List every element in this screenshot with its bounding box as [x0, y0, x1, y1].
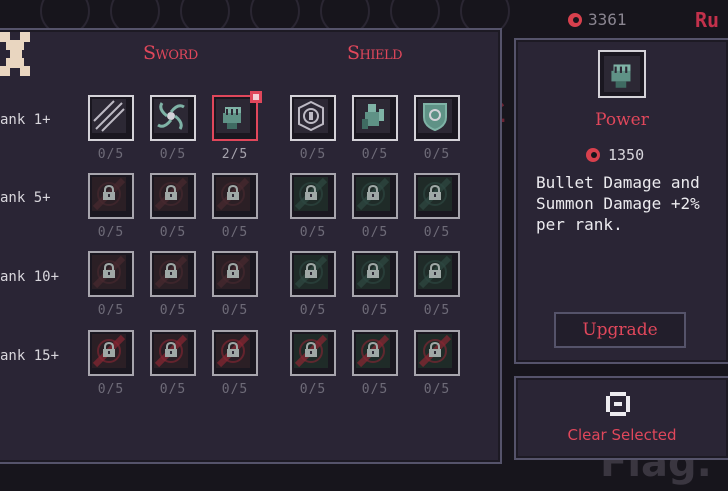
- rank-count: 0/5: [361, 147, 389, 162]
- rank-count: 0/5: [97, 382, 125, 397]
- close-icon[interactable]: [0, 32, 32, 78]
- lock-icon: [227, 263, 239, 278]
- lock-icon: [305, 342, 317, 357]
- fist-icon: [604, 56, 640, 92]
- rank-count: 0/5: [97, 147, 125, 162]
- clear-selected-button[interactable]: Clear Selected: [514, 376, 728, 460]
- lock-icon: [367, 263, 379, 278]
- upgrade-info-panel: Power 1350 Bullet Damage and Summon Dama…: [514, 38, 728, 364]
- upgrade-button[interactable]: Upgrade: [554, 312, 686, 348]
- upgrade-slot-locked[interactable]: 0/5: [88, 173, 134, 240]
- fist-icon: [216, 99, 250, 133]
- lock-icon: [165, 263, 177, 278]
- upgrade-slot-locked[interactable]: 0/5: [290, 173, 336, 240]
- upgrade-slot-guardian[interactable]: 0/5: [352, 95, 398, 162]
- rank-label: ank 1+: [0, 112, 51, 128]
- rank-count: 0/5: [299, 303, 327, 318]
- soul-icon: [568, 12, 582, 27]
- upgrade-description: Bullet Damage and Summon Damage +2% per …: [536, 173, 700, 234]
- selected-upgrade-icon: [598, 50, 646, 98]
- upgrade-slot-locked[interactable]: 0/5: [352, 251, 398, 318]
- upgrade-slot-locked[interactable]: 0/5: [290, 251, 336, 318]
- upgrade-slot-locked[interactable]: 0/5: [88, 330, 134, 397]
- rank-count: 0/5: [97, 225, 125, 240]
- selected-marker-icon: [250, 91, 262, 103]
- rank-count: 0/5: [361, 382, 389, 397]
- rank-count: 2/5: [221, 147, 249, 162]
- rank-count: 0/5: [299, 147, 327, 162]
- lock-icon: [103, 342, 115, 357]
- rank-count: 0/5: [97, 303, 125, 318]
- guardian-icon: [356, 99, 390, 133]
- rank-count: 0/5: [221, 225, 249, 240]
- upgrade-slot-locked[interactable]: 0/5: [88, 251, 134, 318]
- upgrade-slot-locked[interactable]: 0/5: [414, 251, 460, 318]
- rank-label: ank 15+: [0, 348, 60, 364]
- rank-count: 0/5: [423, 303, 451, 318]
- clear-icon: [606, 392, 630, 416]
- lock-icon: [305, 263, 317, 278]
- upgrade-slot-power[interactable]: 2/5: [212, 91, 262, 162]
- rank-label: ank 10+: [0, 269, 60, 285]
- lock-icon: [103, 263, 115, 278]
- clear-selected-label: Clear Selected: [567, 426, 677, 444]
- upgrade-slot-locked[interactable]: 0/5: [414, 330, 460, 397]
- crest-icon: [418, 99, 452, 133]
- rank-count: 0/5: [159, 225, 187, 240]
- lock-icon: [103, 185, 115, 200]
- lock-icon: [227, 342, 239, 357]
- soul-count: 3361: [588, 10, 627, 29]
- upgrade-slot-locked[interactable]: 0/5: [150, 330, 196, 397]
- upgrade-slot-slash[interactable]: 0/5: [88, 95, 134, 162]
- lock-icon: [305, 185, 317, 200]
- rank-count: 0/5: [361, 303, 389, 318]
- upgrade-slot-locked[interactable]: 0/5: [150, 251, 196, 318]
- lock-icon: [429, 342, 441, 357]
- upgrade-slot-vortex[interactable]: 0/5: [150, 95, 196, 162]
- rank-count: 0/5: [423, 382, 451, 397]
- rank-count: 0/5: [299, 382, 327, 397]
- upgrade-title: Power: [595, 110, 649, 130]
- slash-icon: [92, 99, 126, 133]
- upgrade-slot-locked[interactable]: 0/5: [212, 330, 258, 397]
- upgrade-slot-locked[interactable]: 0/5: [352, 173, 398, 240]
- soul-counter: 3361: [568, 10, 627, 29]
- lock-icon: [429, 263, 441, 278]
- rank-count: 0/5: [361, 225, 389, 240]
- upgrade-cost: 1350: [586, 146, 644, 164]
- lock-icon: [367, 185, 379, 200]
- rank-count: 0/5: [423, 147, 451, 162]
- rank-count: 0/5: [423, 225, 451, 240]
- upgrade-slot-locked[interactable]: 0/5: [150, 173, 196, 240]
- rank-count: 0/5: [221, 382, 249, 397]
- rank-count: 0/5: [159, 382, 187, 397]
- lock-icon: [367, 342, 379, 357]
- soul-icon: [586, 148, 600, 162]
- rank-count: 0/5: [221, 303, 249, 318]
- upgrade-slot-locked[interactable]: 0/5: [212, 251, 258, 318]
- upgrade-slot-crest[interactable]: 0/5: [414, 95, 460, 162]
- rank-count: 0/5: [159, 147, 187, 162]
- upgrade-slot-locked[interactable]: 0/5: [414, 173, 460, 240]
- lock-icon: [429, 185, 441, 200]
- lock-icon: [227, 185, 239, 200]
- upgrade-slot-locked[interactable]: 0/5: [352, 330, 398, 397]
- ward-icon: [294, 99, 328, 133]
- cost-value: 1350: [608, 146, 645, 164]
- rank-count: 0/5: [159, 303, 187, 318]
- rank-count: 0/5: [299, 225, 327, 240]
- column-header-shield: Shield: [347, 42, 403, 64]
- lock-icon: [165, 185, 177, 200]
- run-label: Ru: [695, 8, 720, 32]
- upgrade-slot-locked[interactable]: 0/5: [290, 330, 336, 397]
- lock-icon: [165, 342, 177, 357]
- upgrade-slot-ward[interactable]: 0/5: [290, 95, 336, 162]
- vortex-icon: [154, 99, 188, 133]
- rank-label: ank 5+: [0, 190, 51, 206]
- column-header-sword: Sword: [143, 42, 198, 64]
- upgrade-slot-locked[interactable]: 0/5: [212, 173, 258, 240]
